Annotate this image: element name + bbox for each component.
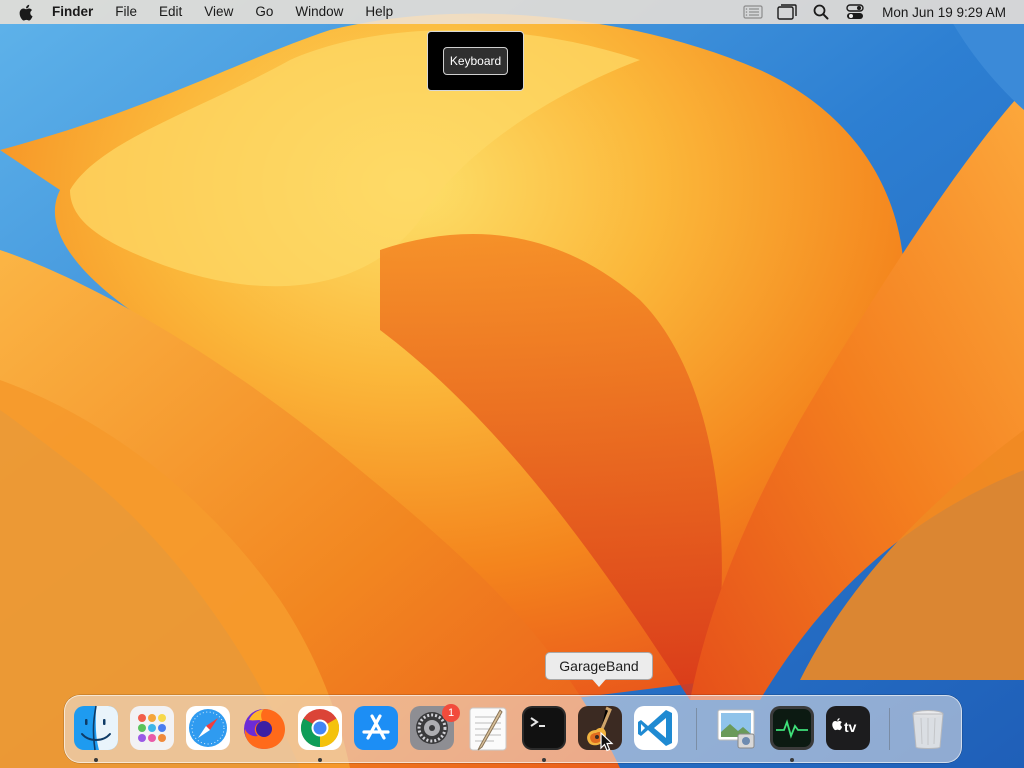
activity-monitor-running-dot (790, 758, 794, 762)
chrome-running-dot (318, 758, 322, 762)
finder-running-dot (94, 758, 98, 762)
preview-icon[interactable] (712, 704, 760, 752)
menu-app-name[interactable]: Finder (46, 0, 104, 24)
terminal-running-dot (542, 758, 546, 762)
menu-bar: Finder File Edit View Go Window Help Mon… (0, 0, 1024, 24)
dock: 1 tv (64, 695, 962, 763)
dock-tooltip-tail (592, 679, 606, 687)
vscode-icon[interactable] (632, 704, 680, 752)
safari-icon[interactable] (184, 704, 232, 752)
spotlight-search-icon[interactable] (804, 0, 838, 24)
mouse-cursor-icon (600, 732, 614, 752)
apple-tv-icon[interactable]: tv (824, 704, 872, 752)
keyboard-hud: Keyboard (427, 31, 524, 91)
dock-separator (696, 708, 697, 750)
menu-edit[interactable]: Edit (148, 0, 193, 24)
keyboard-hud-label: Keyboard (442, 47, 509, 75)
menu-help[interactable]: Help (354, 0, 404, 24)
control-center-icon[interactable] (838, 0, 872, 24)
dock-separator-trash (889, 708, 890, 750)
textedit-icon[interactable] (464, 704, 512, 752)
launchpad-icon[interactable] (128, 704, 176, 752)
list-icon[interactable] (736, 0, 770, 24)
notification-badge: 1 (442, 704, 460, 722)
apple-menu-icon[interactable] (6, 0, 46, 24)
menu-clock[interactable]: Mon Jun 19 9:29 AM (872, 5, 1024, 20)
firefox-icon[interactable] (240, 704, 288, 752)
trash-icon[interactable] (904, 704, 952, 752)
finder-icon[interactable] (72, 704, 120, 752)
activity-monitor-icon[interactable] (768, 704, 816, 752)
screen-mirroring-icon[interactable] (770, 0, 804, 24)
menu-go[interactable]: Go (244, 0, 284, 24)
dock-tooltip: GarageBand (545, 652, 653, 680)
terminal-icon[interactable] (520, 704, 568, 752)
menu-file[interactable]: File (104, 0, 148, 24)
chrome-icon[interactable] (296, 704, 344, 752)
menu-view[interactable]: View (193, 0, 244, 24)
desktop-wallpaper (0, 0, 1024, 768)
app-store-icon[interactable] (352, 704, 400, 752)
menu-window[interactable]: Window (284, 0, 354, 24)
apple-tv-label: tv (844, 719, 857, 735)
